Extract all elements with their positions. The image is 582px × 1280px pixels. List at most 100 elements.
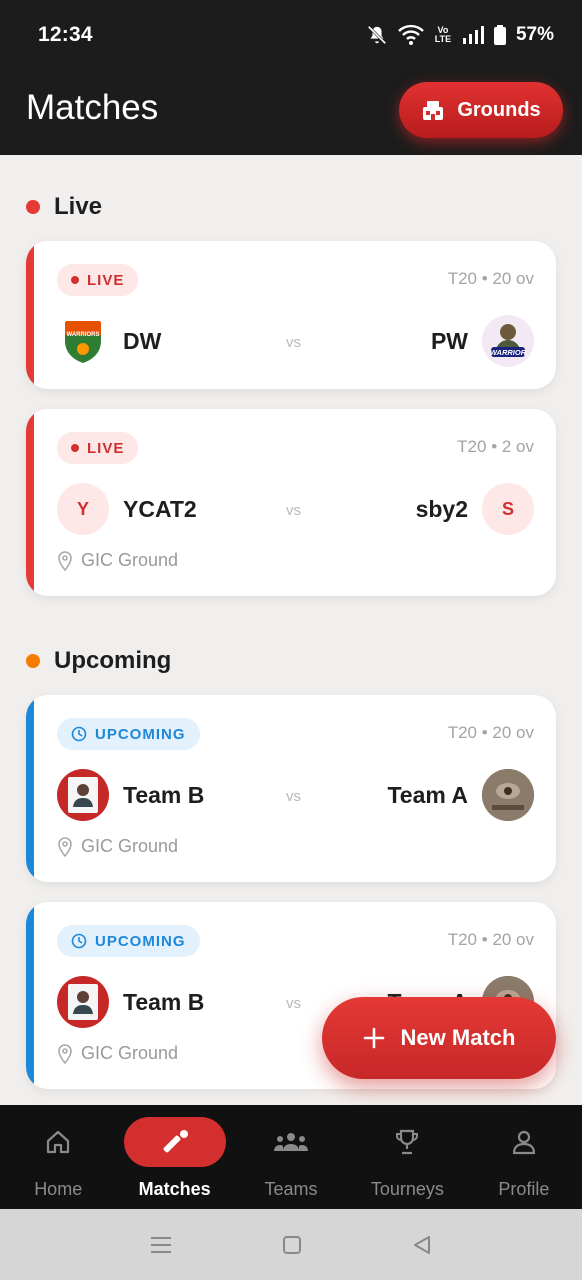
nav-label: Home	[34, 1179, 83, 1199]
clock-icon	[71, 933, 87, 949]
status-label: LIVE	[87, 439, 125, 457]
card-accent	[26, 902, 34, 1089]
team-name: Team B	[123, 781, 205, 808]
trophy-icon	[356, 1117, 458, 1167]
team-name: Team B	[123, 988, 205, 1015]
upcoming-badge: UPCOMING	[57, 718, 200, 750]
team-right: Team A	[387, 769, 534, 821]
team-photo-avatar	[57, 976, 109, 1028]
nav-item-home[interactable]: Home	[0, 1105, 116, 1209]
back-icon[interactable]	[412, 1235, 432, 1255]
status-label: UPCOMING	[95, 725, 186, 743]
bottom-navigation: Home Matches Teams Tourneys Profile	[0, 1105, 582, 1209]
upcoming-section-header: Upcoming	[26, 647, 171, 675]
team-initial-avatar: Y	[57, 483, 109, 535]
nav-item-tourneys[interactable]: Tourneys	[349, 1105, 465, 1209]
upcoming-section-title: Upcoming	[54, 647, 172, 674]
match-format: T20 • 20 ov	[447, 723, 534, 742]
live-section-header: Live	[26, 193, 102, 221]
match-card[interactable]: LIVE T20 • 2 ov Y YCAT2 vs sby2 S GIC Gr…	[26, 409, 556, 596]
live-dot	[26, 200, 40, 214]
match-format: T20 • 20 ov	[447, 269, 534, 288]
team-initial-avatar: S	[482, 483, 534, 535]
card-accent	[26, 695, 34, 882]
ground-name: GIC Ground	[81, 836, 179, 856]
live-badge: LIVE	[57, 432, 139, 464]
nav-label: Teams	[264, 1179, 318, 1199]
new-match-button[interactable]: New Match	[322, 997, 556, 1079]
cricket-icon	[123, 1117, 226, 1167]
teams-icon	[240, 1117, 342, 1167]
vs-label: vs	[286, 502, 301, 519]
team-name: PW	[430, 327, 468, 354]
ground-name: GIC Ground	[81, 550, 179, 570]
team-left: Y YCAT2	[57, 483, 197, 535]
id-card-photo	[68, 984, 98, 1020]
match-ground: GIC Ground	[57, 836, 178, 857]
upcoming-badge: UPCOMING	[57, 925, 200, 957]
match-format: T20 • 20 ov	[447, 930, 534, 949]
match-card[interactable]: LIVE T20 • 20 ov WARRIORS DW vs PW WARRI…	[26, 241, 556, 389]
team-left: Team B	[57, 976, 204, 1028]
live-badge-dot	[71, 276, 79, 284]
team-name: Team A	[387, 781, 468, 808]
home-square-icon[interactable]	[282, 1235, 302, 1255]
page-title: Matches	[26, 88, 159, 127]
app-header: 12:34 Vo LTE 57% Matches Grounds	[0, 0, 582, 155]
grounds-label: Grounds	[457, 98, 541, 121]
team-left: WARRIORS DW	[57, 315, 161, 367]
stadium-icon	[423, 101, 444, 120]
team-left: Team B	[57, 769, 204, 821]
status-label: UPCOMING	[95, 932, 186, 950]
status-time: 12:34	[38, 23, 93, 46]
bell-off-icon	[367, 25, 387, 45]
live-badge: LIVE	[57, 264, 139, 296]
nav-label: Profile	[498, 1179, 550, 1199]
profile-icon	[473, 1117, 575, 1167]
battery-icon	[493, 25, 506, 45]
wifi-icon	[398, 24, 424, 45]
vs-label: vs	[286, 334, 301, 351]
volte-indicator: Vo LTE	[434, 25, 452, 44]
match-format: T20 • 2 ov	[457, 437, 534, 456]
signal-icon	[462, 26, 484, 44]
live-section-title: Live	[54, 193, 103, 220]
grounds-button[interactable]: Grounds	[399, 82, 563, 138]
card-accent	[26, 241, 34, 389]
team-photo-avatar	[482, 769, 534, 821]
svg-text:WARRIOR: WARRIOR	[490, 348, 527, 357]
upcoming-dot	[26, 654, 40, 668]
ground-name: GIC Ground	[81, 1043, 179, 1063]
location-pin-icon	[58, 836, 72, 857]
location-pin-icon	[58, 1043, 72, 1064]
match-card[interactable]: UPCOMING T20 • 20 ov Team B vs Team A GI…	[26, 695, 556, 882]
vs-label: vs	[286, 995, 301, 1012]
match-ground: GIC Ground	[57, 1043, 178, 1064]
status-icons: Vo LTE 57%	[366, 24, 554, 46]
svg-text:WARRIORS: WARRIORS	[67, 332, 100, 338]
new-match-label: New Match	[400, 1025, 516, 1050]
plus-icon	[363, 1027, 384, 1049]
team-right: PW WARRIOR	[431, 315, 534, 367]
team-logo: WARRIORS	[57, 315, 109, 367]
match-ground: GIC Ground	[57, 550, 178, 571]
nav-item-teams[interactable]: Teams	[233, 1105, 349, 1209]
battery-percent: 57%	[515, 24, 554, 45]
nav-label: Matches	[138, 1179, 211, 1199]
system-navigation-bar	[0, 1209, 582, 1280]
vs-label: vs	[286, 788, 301, 805]
clock-icon	[71, 726, 87, 742]
nav-item-profile[interactable]: Profile	[466, 1105, 582, 1209]
nav-item-matches[interactable]: Matches	[116, 1105, 232, 1209]
menu-icon[interactable]	[150, 1235, 172, 1255]
team-name: YCAT2	[123, 495, 197, 522]
team-logo: WARRIOR	[482, 315, 534, 367]
team-photo-avatar	[57, 769, 109, 821]
id-card-photo	[68, 777, 98, 813]
nav-label: Tourneys	[370, 1179, 444, 1199]
sketch-photo	[482, 769, 534, 821]
team-name: sby2	[415, 495, 468, 522]
team-name: DW	[123, 327, 162, 354]
warriors-shield-logo: WARRIORS	[65, 321, 101, 363]
warrior-mascot-logo: WARRIOR	[490, 324, 527, 357]
